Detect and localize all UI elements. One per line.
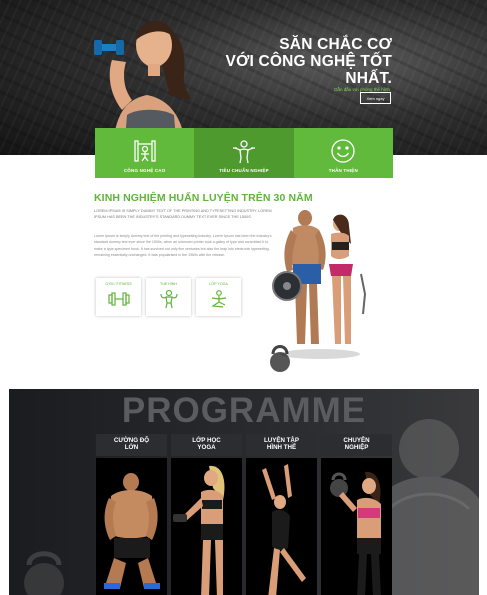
feature-label: TIÊU CHUẨN NGHIỆP [219, 168, 269, 173]
programme-heading-line-1: CHUYÊN [343, 437, 370, 444]
smiley-icon [331, 139, 355, 163]
programme-item-high-intensity[interactable]: CƯỜNG ĐỘ LỚN [96, 434, 167, 595]
programme-heading[interactable]: LUYỆN TẬP HÌNH THỂ [246, 434, 317, 456]
programme-heading[interactable]: CHUYÊN NGHIỆP [321, 434, 392, 456]
programme-heading-line-2: LỚN [124, 444, 139, 451]
experience-body: Lorem Ipsum is simply dummy text of the … [94, 234, 272, 257]
programme-item-professional[interactable]: CHUYÊN NGHIỆP [321, 434, 392, 595]
stretching-woman-photo [262, 464, 306, 595]
gym-machine-icon [134, 140, 156, 162]
hero-cta-button[interactable]: Xem ngay [360, 92, 391, 104]
yoga-icon [210, 290, 226, 308]
programme-list: CƯỜNG ĐỘ LỚN LỚP HỌC YOGA LUYỆN TẬP HÌNH… [96, 434, 392, 595]
programme-title: PROGRAMME [121, 391, 367, 430]
programme-image-yoga [171, 458, 242, 595]
yoga-woman-photo [173, 465, 225, 595]
fitness-couple-image [270, 210, 367, 372]
feature-high-tech[interactable]: CÔNG NGHỆ CAO [95, 128, 195, 178]
programme-image-professional [321, 458, 392, 595]
feature-label: THÂN THIỆN [328, 168, 358, 173]
bodybuilder-icon [159, 289, 178, 309]
feature-professional-standard[interactable]: TIÊU CHUẨN NGHIỆP [194, 128, 294, 178]
hero-title-line-2: VỚI CÔNG NGHỆ TỐT [225, 53, 392, 70]
kettlebell-woman-photo [330, 471, 381, 595]
feature-friendly[interactable]: THÂN THIỆN [293, 128, 393, 178]
card-gym-fitness[interactable]: GYM / FITNESS [96, 278, 141, 316]
programme-heading[interactable]: CƯỜNG ĐỘ LỚN [96, 434, 167, 456]
programme-heading-line-1: CƯỜNG ĐỘ [113, 437, 150, 444]
kettlebell-background-image [24, 551, 64, 595]
card-label: GYM / FITNESS [105, 282, 132, 286]
programme-item-yoga-class[interactable]: LỚP HỌC YOGA [171, 434, 242, 595]
muscle-man-photo [104, 473, 160, 589]
programme-image-body-shaping [246, 458, 317, 595]
programme-heading[interactable]: LỚP HỌC YOGA [171, 434, 242, 456]
programme-heading-line-2: NGHIỆP [344, 444, 369, 451]
trainer-icon [232, 140, 255, 164]
programme-heading-line-1: LỚP HỌC [192, 437, 221, 444]
programme-heading-line-1: LUYỆN TẬP [263, 437, 300, 444]
programme-heading-line-2: YOGA [197, 444, 216, 451]
experience-lead: LOREM IPSUM IS SIMPLY DUMMY TEXT OF THE … [94, 209, 272, 220]
hero-title: SĂN CHẮC CƠ VỚI CÔNG NGHỆ TỐT NHẤT. [222, 36, 392, 87]
experience-title: KINH NGHIỆM HUẤN LUYỆN TRÊN 30 NĂM [94, 192, 313, 204]
dumbbell-icon [107, 292, 130, 306]
feature-strip: CÔNG NGHỆ CAO TIÊU CHUẨN NGHIỆP THÂN THI… [95, 128, 393, 178]
card-yoga[interactable]: LỚP YOGA [196, 278, 241, 316]
hero-title-line-3: NHẤT. [345, 70, 392, 87]
card-label: LỚP YOGA [209, 282, 228, 286]
programme-image-high-intensity [96, 458, 167, 595]
card-bodybuilding[interactable]: THỂ HÌNH [146, 278, 191, 316]
feature-label: CÔNG NGHỆ CAO [123, 168, 166, 173]
programme-section: PROGRAMME CƯỜNG ĐỘ LỚN LỚP HỌC YOGA LUYỆ… [9, 389, 479, 595]
programme-heading-line-2: HÌNH THỂ [266, 444, 297, 451]
card-label: THỂ HÌNH [160, 282, 177, 286]
programme-item-body-shaping[interactable]: LUYỆN TẬP HÌNH THỂ [246, 434, 317, 595]
hero-title-line-1: SĂN CHẮC CƠ [279, 36, 392, 53]
class-cards: GYM / FITNESS THỂ HÌNH LỚP YOGA [96, 278, 241, 316]
